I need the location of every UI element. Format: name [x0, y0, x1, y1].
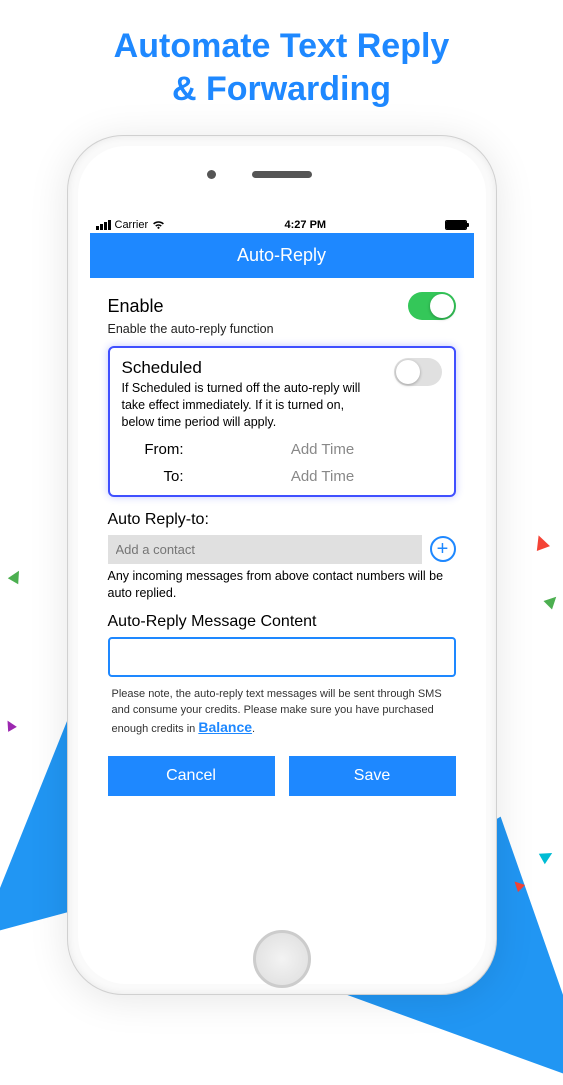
battery-icon [445, 220, 467, 230]
carrier-label: Carrier [115, 219, 149, 231]
app-header: Auto-Reply [90, 233, 474, 278]
contact-input[interactable] [108, 535, 422, 564]
from-time-button[interactable]: Add Time [204, 441, 442, 458]
add-contact-button[interactable]: + [430, 536, 456, 562]
credits-note: Please note, the auto-reply text message… [108, 687, 456, 737]
cancel-button[interactable]: Cancel [108, 756, 275, 796]
status-time: 4:27 PM [285, 219, 327, 231]
wifi-icon [152, 218, 165, 231]
scheduled-title: Scheduled [122, 358, 362, 378]
balance-link[interactable]: Balance [198, 719, 252, 735]
confetti-icon [8, 568, 24, 584]
enable-sublabel: Enable the auto-reply function [108, 322, 456, 336]
scheduled-desc: If Scheduled is turned off the auto-repl… [122, 380, 362, 431]
reply-to-info: Any incoming messages from above contact… [108, 568, 456, 602]
promo-line1: Automate Text Reply [0, 25, 563, 68]
promo-title: Automate Text Reply & Forwarding [0, 0, 563, 110]
page-title: Auto-Reply [237, 245, 326, 265]
from-label: From: [122, 441, 204, 458]
enable-label: Enable [108, 296, 164, 317]
note-text: Please note, the auto-reply text message… [112, 688, 442, 735]
to-time-button[interactable]: Add Time [204, 468, 442, 485]
phone-camera [207, 170, 216, 179]
message-input[interactable] [108, 637, 456, 677]
phone-frame: Carrier 4:27 PM Auto-Reply Enable [67, 135, 497, 995]
save-button[interactable]: Save [289, 756, 456, 796]
plus-icon: + [437, 538, 449, 561]
note-suffix: . [252, 723, 255, 735]
reply-to-title: Auto Reply-to: [108, 511, 456, 529]
message-title: Auto-Reply Message Content [108, 613, 456, 631]
home-button[interactable] [253, 930, 311, 988]
to-label: To: [122, 468, 204, 485]
scheduled-toggle[interactable] [394, 358, 442, 386]
confetti-icon [544, 593, 561, 610]
signal-icon [96, 220, 111, 230]
scheduled-panel: Scheduled If Scheduled is turned off the… [108, 346, 456, 497]
status-bar: Carrier 4:27 PM [90, 216, 474, 233]
phone-speaker [252, 171, 312, 178]
promo-line2: & Forwarding [0, 68, 563, 111]
enable-toggle[interactable] [408, 292, 456, 320]
confetti-icon [532, 533, 550, 551]
screen: Carrier 4:27 PM Auto-Reply Enable [90, 216, 474, 909]
